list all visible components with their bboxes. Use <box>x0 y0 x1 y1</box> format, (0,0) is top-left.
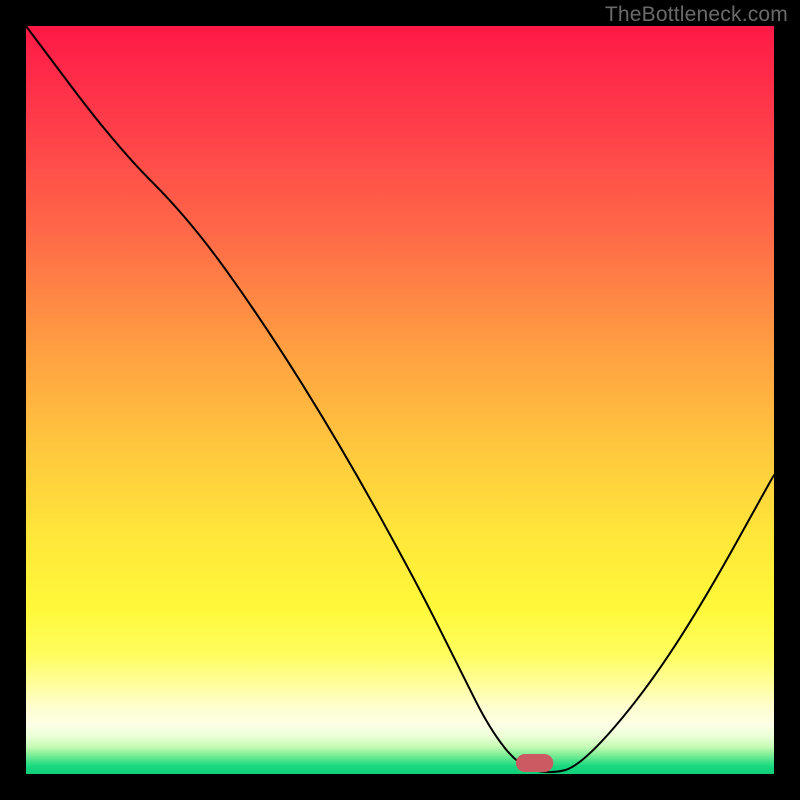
plot-area <box>26 26 774 774</box>
optimal-marker <box>516 754 553 772</box>
chart-overlay <box>26 26 774 774</box>
bottleneck-curve <box>26 26 774 772</box>
watermark-text: TheBottleneck.com <box>605 3 788 27</box>
chart-frame: TheBottleneck.com <box>0 0 800 800</box>
